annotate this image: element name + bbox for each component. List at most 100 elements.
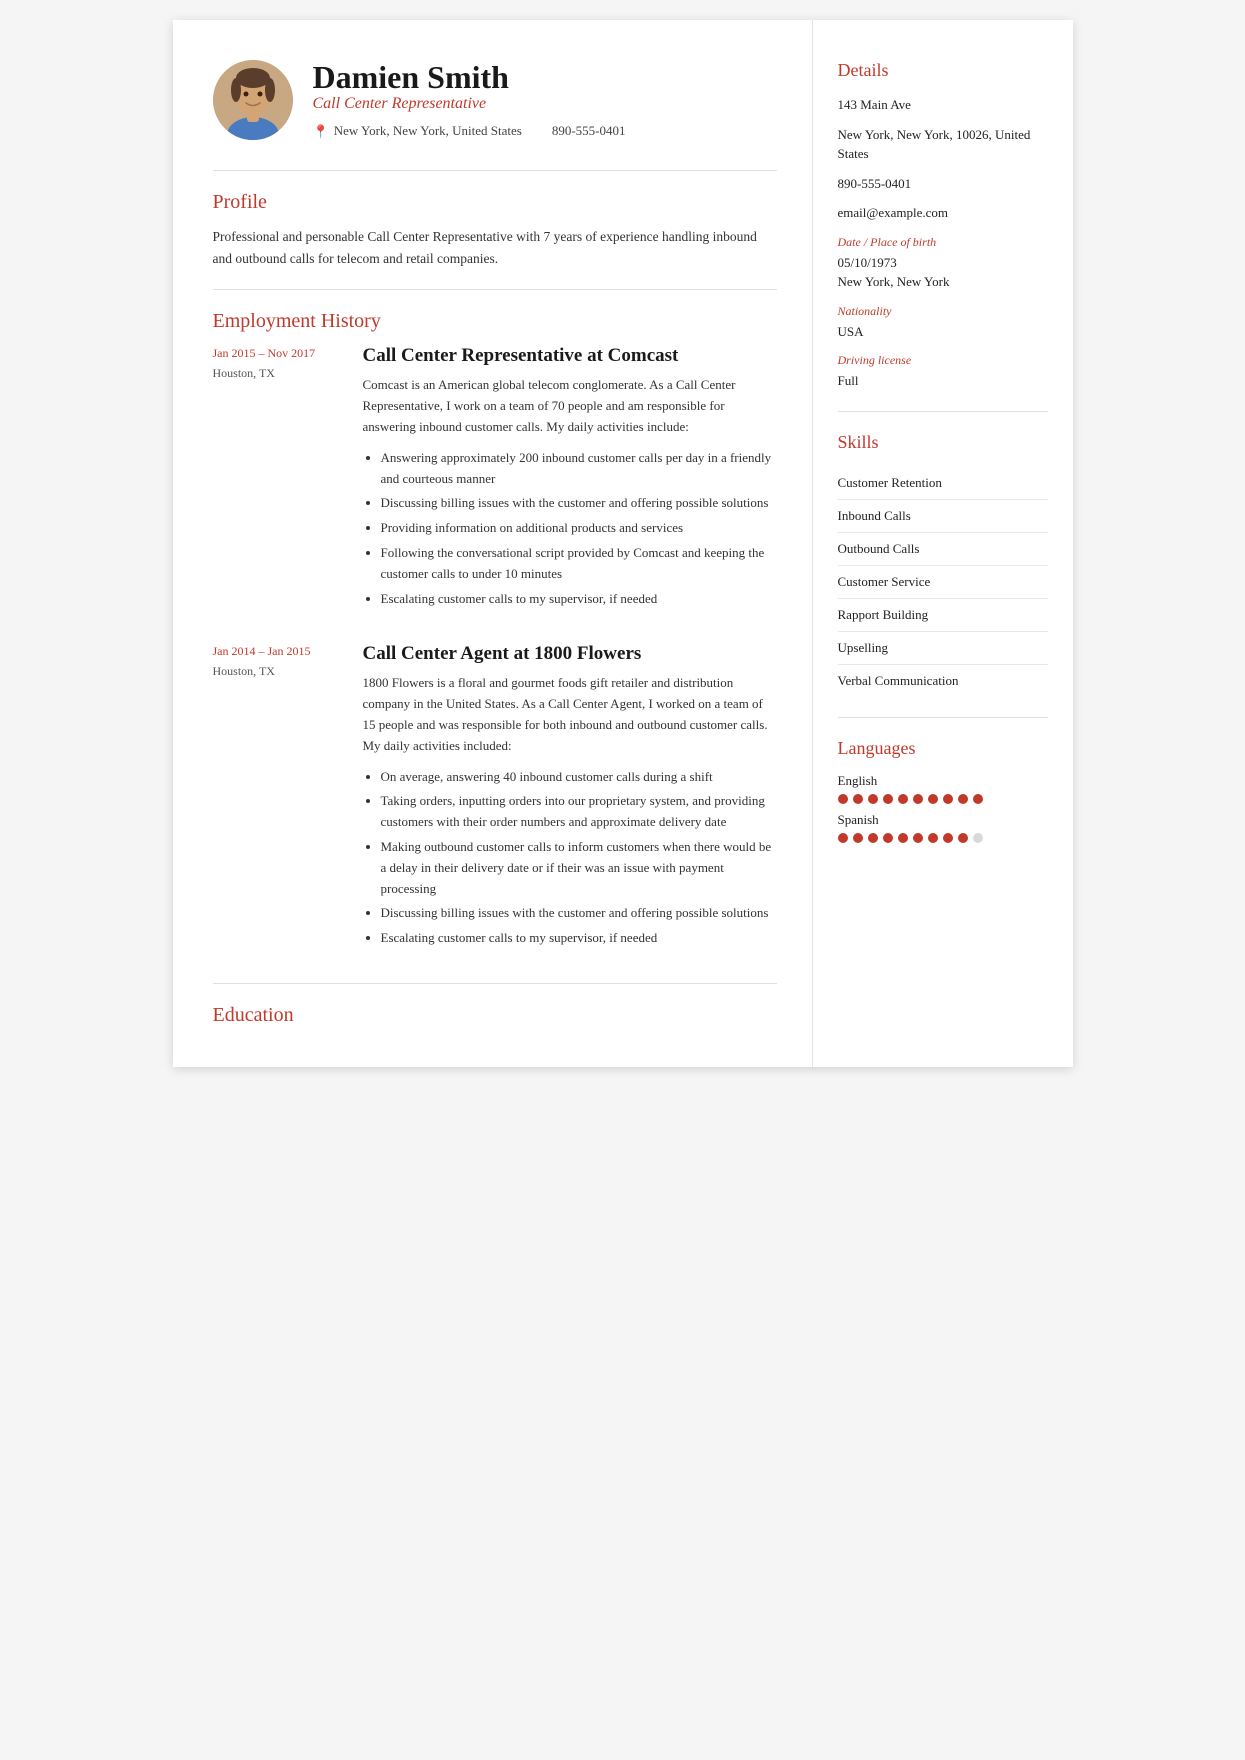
skills-section: Skills Customer Retention Inbound Calls … — [838, 432, 1048, 697]
detail-nationality: USA — [838, 322, 1048, 342]
job-location-2: Houston, TX — [213, 664, 343, 679]
language-dot — [958, 833, 968, 843]
job-meta-1: Jan 2015 – Nov 2017 Houston, TX — [213, 345, 343, 613]
lang-spanish-dots — [838, 833, 1048, 843]
language-dot — [928, 794, 938, 804]
job-desc-1: Comcast is an American global telecom co… — [363, 375, 777, 437]
skill-item-5: Upselling — [838, 632, 1048, 665]
language-dot — [868, 833, 878, 843]
languages-section: Languages English Spanish — [838, 738, 1048, 843]
job-desc-2: 1800 Flowers is a floral and gourmet foo… — [363, 673, 777, 756]
right-column: Details 143 Main Ave New York, New York,… — [813, 20, 1073, 1067]
language-dot — [913, 794, 923, 804]
language-dot — [883, 794, 893, 804]
job-content-2: Call Center Agent at 1800 Flowers 1800 F… — [363, 643, 777, 953]
skills-divider — [838, 717, 1048, 718]
header-section: Damien Smith Call Center Representative … — [213, 60, 777, 140]
language-dot — [868, 794, 878, 804]
header-phone: 890-555-0401 — [552, 123, 626, 139]
language-dot — [898, 833, 908, 843]
job-meta-2: Jan 2014 – Jan 2015 Houston, TX — [213, 643, 343, 953]
bullet: Following the conversational script prov… — [381, 543, 777, 585]
language-dot — [883, 833, 893, 843]
language-dot — [928, 833, 938, 843]
job-location-1: Houston, TX — [213, 366, 343, 381]
job-dates-2: Jan 2014 – Jan 2015 — [213, 643, 343, 660]
candidate-title: Call Center Representative — [313, 95, 777, 113]
detail-driving: Full — [838, 371, 1048, 391]
language-spanish: Spanish — [838, 812, 1048, 843]
details-divider — [838, 411, 1048, 412]
education-section: Education — [213, 1004, 777, 1027]
job-title-1: Call Center Representative at Comcast — [363, 345, 777, 367]
detail-phone: 890-555-0401 — [838, 174, 1048, 194]
job-title-2: Call Center Agent at 1800 Flowers — [363, 643, 777, 665]
location-text: New York, New York, United States — [334, 123, 522, 139]
lang-english-dots — [838, 794, 1048, 804]
language-english: English — [838, 773, 1048, 804]
driving-label: Driving license — [838, 353, 1048, 368]
bullet: Discussing billing issues with the custo… — [381, 493, 777, 514]
language-dot — [898, 794, 908, 804]
header-divider — [213, 170, 777, 171]
language-dot — [853, 794, 863, 804]
skill-item-4: Rapport Building — [838, 599, 1048, 632]
skill-item-6: Verbal Communication — [838, 665, 1048, 697]
details-section: Details 143 Main Ave New York, New York,… — [838, 60, 1048, 391]
profile-text: Professional and personable Call Center … — [213, 226, 777, 269]
skill-item-2: Outbound Calls — [838, 533, 1048, 566]
dob-label: Date / Place of birth — [838, 235, 1048, 250]
nationality-label: Nationality — [838, 304, 1048, 319]
language-dot — [943, 794, 953, 804]
languages-title: Languages — [838, 738, 1048, 759]
employment-title: Employment History — [213, 310, 777, 333]
skill-item-1: Inbound Calls — [838, 500, 1048, 533]
job-dates-1: Jan 2015 – Nov 2017 — [213, 345, 343, 362]
education-title: Education — [213, 1004, 777, 1027]
skill-item-3: Customer Service — [838, 566, 1048, 599]
details-title: Details — [838, 60, 1048, 81]
job-entry-1: Jan 2015 – Nov 2017 Houston, TX Call Cen… — [213, 345, 777, 613]
detail-email: email@example.com — [838, 203, 1048, 223]
job-bullets-2: On average, answering 40 inbound custome… — [363, 767, 777, 949]
skill-item-0: Customer Retention — [838, 467, 1048, 500]
candidate-name: Damien Smith — [313, 60, 777, 95]
lang-english-name: English — [838, 773, 1048, 789]
detail-address1: 143 Main Ave — [838, 95, 1048, 115]
job-content-1: Call Center Representative at Comcast Co… — [363, 345, 777, 613]
avatar — [213, 60, 293, 140]
profile-divider — [213, 289, 777, 290]
bullet: Taking orders, inputting orders into our… — [381, 791, 777, 833]
detail-dob: 05/10/1973 New York, New York — [838, 253, 1048, 292]
language-dot — [943, 833, 953, 843]
language-dot — [973, 833, 983, 843]
employment-section: Employment History Jan 2015 – Nov 2017 H… — [213, 310, 777, 953]
job-bullets-1: Answering approximately 200 inbound cust… — [363, 448, 777, 610]
bullet: Discussing billing issues with the custo… — [381, 903, 777, 924]
bullet: Making outbound customer calls to inform… — [381, 837, 777, 899]
language-dot — [838, 794, 848, 804]
detail-address2: New York, New York, 10026, United States — [838, 125, 1048, 164]
language-dot — [958, 794, 968, 804]
header-info: Damien Smith Call Center Representative … — [313, 60, 777, 140]
job-entry-2: Jan 2014 – Jan 2015 Houston, TX Call Cen… — [213, 643, 777, 953]
profile-section: Profile Professional and personable Call… — [213, 191, 777, 269]
bullet: Providing information on additional prod… — [381, 518, 777, 539]
resume-document: Damien Smith Call Center Representative … — [173, 20, 1073, 1067]
skills-title: Skills — [838, 432, 1048, 453]
lang-spanish-name: Spanish — [838, 812, 1048, 828]
pin-icon: 📍 — [313, 124, 329, 140]
language-dot — [853, 833, 863, 843]
bullet: Answering approximately 200 inbound cust… — [381, 448, 777, 490]
language-dot — [973, 794, 983, 804]
employment-divider — [213, 983, 777, 984]
bullet: Escalating customer calls to my supervis… — [381, 589, 777, 610]
bullet: Escalating customer calls to my supervis… — [381, 928, 777, 949]
bullet: On average, answering 40 inbound custome… — [381, 767, 777, 788]
location-wrap: 📍 New York, New York, United States — [313, 123, 522, 140]
location-phone-row: 📍 New York, New York, United States 890-… — [313, 123, 777, 140]
profile-title: Profile — [213, 191, 777, 214]
language-dot — [838, 833, 848, 843]
language-dot — [913, 833, 923, 843]
left-column: Damien Smith Call Center Representative … — [173, 20, 813, 1067]
